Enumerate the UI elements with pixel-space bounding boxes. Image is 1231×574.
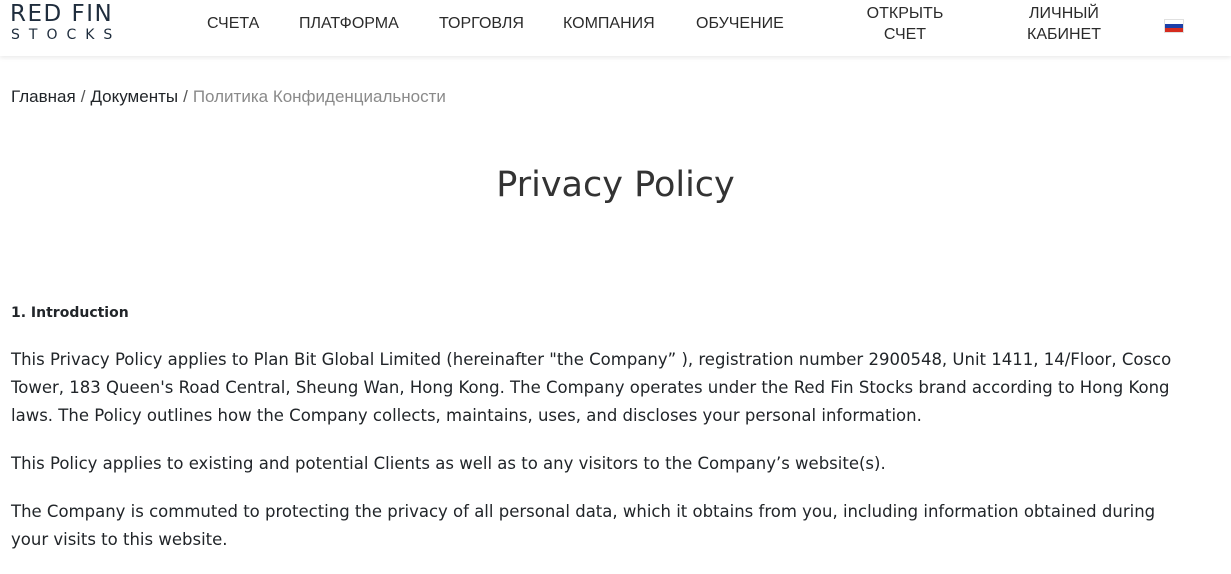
breadcrumb-documents[interactable]: Документы — [90, 87, 178, 106]
section-heading: 1. Introduction — [11, 305, 129, 321]
policy-paragraph: The Company is commuted to protecting th… — [11, 502, 1156, 549]
russia-flag-icon[interactable] — [1164, 19, 1184, 33]
nav-platform[interactable]: ПЛАТФОРМА — [299, 15, 399, 33]
personal-cabinet-label-1: ЛИЧНЫЙ — [1029, 5, 1099, 22]
policy-paragraph: This Privacy Policy applies to Plan Bit … — [11, 350, 1172, 425]
breadcrumb-home[interactable]: Главная — [11, 87, 76, 106]
logo[interactable]: RED FIN STOCKS — [10, 0, 125, 48]
open-account-label-2: СЧЕТ — [883, 26, 927, 43]
personal-cabinet-label-2: КАБИНЕТ — [1027, 26, 1101, 43]
policy-paragraph: This Policy applies to existing and pote… — [11, 454, 886, 473]
breadcrumb: Главная / Документы / Политика Конфиденциаль… — [11, 87, 446, 107]
nav-education[interactable]: ОБУЧЕНИЕ — [696, 15, 784, 33]
breadcrumb-separator: / — [183, 87, 188, 106]
open-account-label-1: ОТКРЫТЬ — [866, 5, 944, 22]
logo-subtitle: STOCKS — [11, 27, 122, 43]
breadcrumb-separator: / — [80, 87, 86, 106]
breadcrumb-current: Политика Конфиденциальности — [192, 87, 446, 106]
nav-trading[interactable]: ТОРГОВЛЯ — [439, 15, 524, 33]
personal-cabinet-button[interactable]: ЛИЧНЫЙ КАБИНЕТ — [1020, 3, 1108, 45]
open-account-button[interactable]: ОТКРЫТЬ СЧЕТ — [862, 3, 948, 45]
page-title: Privacy Policy — [496, 165, 735, 205]
policy-content: 1. Introduction This Privacy Policy appl… — [11, 302, 1191, 574]
nav-company[interactable]: КОМПАНИЯ — [563, 15, 655, 33]
logo-title: RED FIN — [10, 1, 114, 27]
site-header: RED FIN STOCKS СЧЕТА ПЛАТФОРМА ТОРГОВЛЯ … — [0, 0, 1231, 56]
nav-accounts[interactable]: СЧЕТА — [207, 15, 259, 33]
